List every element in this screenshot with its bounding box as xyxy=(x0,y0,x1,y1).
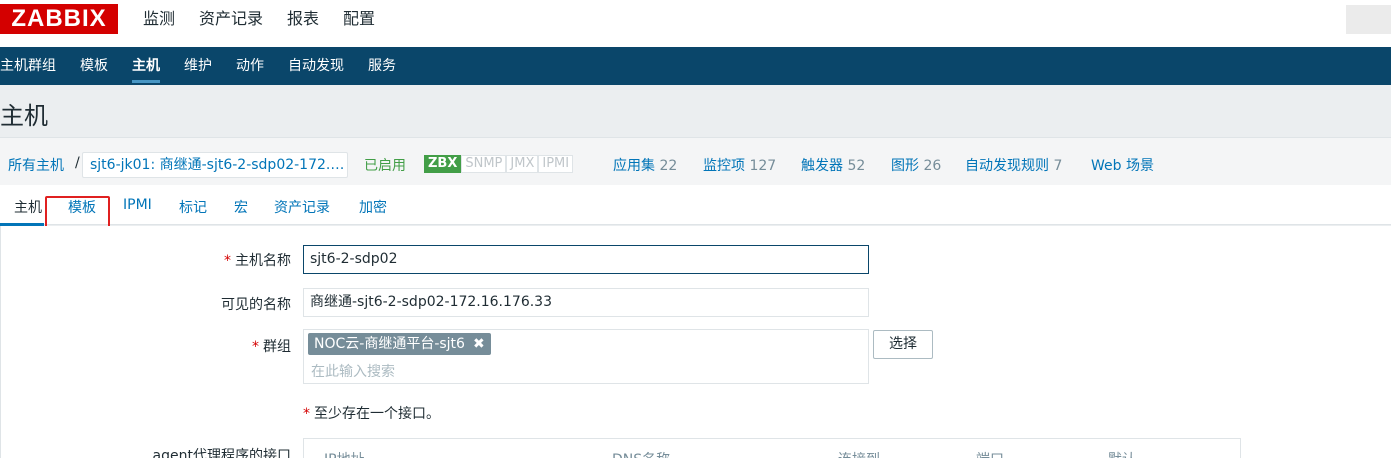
group-chip: NOC云-商继通平台-sjt6 ✖ xyxy=(308,333,491,355)
menu-monitoring[interactable]: 监测 xyxy=(143,0,175,47)
main-menu: 监测 资产记录 报表 配置 xyxy=(143,0,375,56)
annotation-highlight-box xyxy=(45,196,110,228)
column-connect-to: 连接到 xyxy=(838,449,880,458)
groups-multiselect[interactable]: NOC云-商继通平台-sjt6 ✖ 在此输入搜索 xyxy=(303,329,869,384)
current-host-link[interactable]: sjt6-jk01: 商继通-sjt6-2-sdp02-172.… xyxy=(82,152,348,178)
menu-inventory[interactable]: 资产记录 xyxy=(199,0,263,47)
applications-link[interactable]: 应用集 22 xyxy=(613,155,677,175)
column-ip: IP地址 xyxy=(324,449,365,458)
zbx-badge: ZBX xyxy=(424,155,462,173)
tab-inventory[interactable]: 资产记录 xyxy=(274,197,330,217)
column-port: 端口 xyxy=(976,449,1004,458)
subnav-services[interactable]: 服务 xyxy=(368,47,396,85)
status-enabled[interactable]: 已启用 xyxy=(364,155,406,175)
sub-nav: 主机群组 模板 主机 维护 动作 自动发现 服务 xyxy=(0,47,1391,85)
tab-host[interactable]: 主机 xyxy=(14,197,42,217)
groups-search-input[interactable]: 在此输入搜索 xyxy=(311,361,395,381)
subnav-hosts[interactable]: 主机 xyxy=(132,47,160,85)
tab-ipmi[interactable]: IPMI xyxy=(123,197,152,213)
subnav-actions[interactable]: 动作 xyxy=(236,47,264,85)
graphs-link[interactable]: 图形 26 xyxy=(891,155,941,175)
visible-name-input[interactable]: 商继通-sjt6-2-sdp02-172.16.176.33 xyxy=(303,288,869,317)
snmp-badge: SNMP xyxy=(461,155,507,173)
form-tabs: 主机 模板 IPMI 标记 宏 资产记录 加密 xyxy=(0,185,1391,226)
page-title: 主机 xyxy=(0,102,48,130)
menu-configuration[interactable]: 配置 xyxy=(343,0,375,56)
interface-note: * 至少存在一个接口。 xyxy=(303,406,440,422)
tab-encryption[interactable]: 加密 xyxy=(359,197,387,217)
discovery-rules-link[interactable]: 自动发现规则 7 xyxy=(965,155,1062,175)
web-scenarios-link[interactable]: Web 场景 xyxy=(1091,155,1154,175)
column-default: 默认 xyxy=(1108,449,1136,458)
breadcrumb-separator: / xyxy=(75,155,80,171)
breadcrumb: 所有主机 / sjt6-jk01: 商继通-sjt6-2-sdp02-172.…… xyxy=(0,137,1391,185)
items-link[interactable]: 监控项 127 xyxy=(703,155,776,175)
close-icon[interactable]: ✖ xyxy=(473,336,485,352)
subnav-maintenance[interactable]: 维护 xyxy=(184,47,212,85)
subnav-templates[interactable]: 模板 xyxy=(80,47,108,85)
subnav-host-groups[interactable]: 主机群组 xyxy=(0,47,56,85)
availability-indicators: ZBX SNMP JMX IPMI xyxy=(424,155,574,173)
zabbix-logo[interactable]: ZABBIX xyxy=(0,4,118,34)
all-hosts-link[interactable]: 所有主机 xyxy=(8,155,64,175)
agent-interfaces-label: agent代理程序的接口 xyxy=(152,448,291,458)
jmx-badge: JMX xyxy=(506,155,539,173)
host-name-label: * 主机名称 xyxy=(224,253,291,269)
menu-reports[interactable]: 报表 xyxy=(287,0,319,47)
interfaces-table: IP地址 DNS名称 连接到 端口 默认 xyxy=(303,438,1241,458)
host-name-input[interactable]: sjt6-2-sdp02 xyxy=(303,245,869,274)
visible-name-label: 可见的名称 xyxy=(221,297,291,313)
column-dns: DNS名称 xyxy=(612,449,670,458)
subnav-discovery[interactable]: 自动发现 xyxy=(288,47,344,85)
groups-label: * 群组 xyxy=(252,339,291,355)
ipmi-badge: IPMI xyxy=(538,155,574,173)
select-groups-button[interactable]: 选择 xyxy=(873,330,933,359)
tab-tags[interactable]: 标记 xyxy=(179,197,207,217)
triggers-link[interactable]: 触发器 52 xyxy=(801,155,865,175)
search-box[interactable] xyxy=(1346,5,1391,34)
top-header: ZABBIX 监测 资产记录 报表 配置 xyxy=(0,0,1391,56)
tab-macros[interactable]: 宏 xyxy=(234,197,248,217)
